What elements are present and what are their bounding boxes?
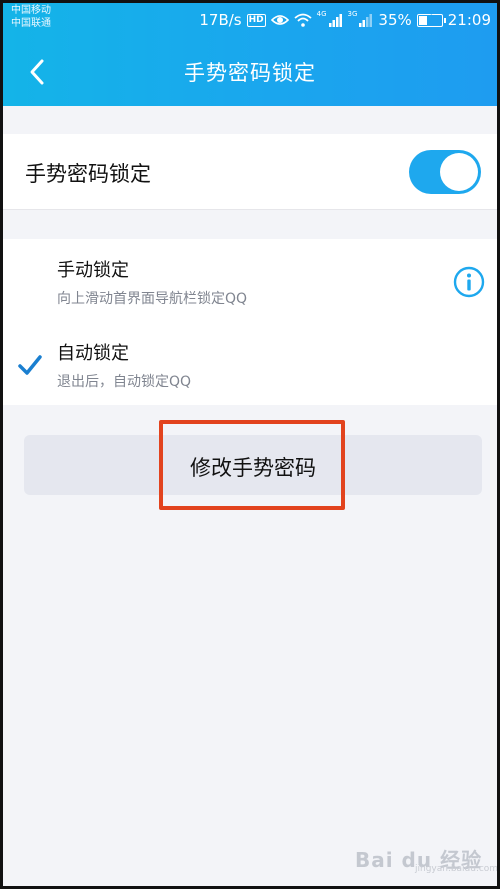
lock-mode-options: 手动锁定 向上滑动首界面导航栏锁定QQ 自动锁定 退出后，自动锁定QQ (3, 239, 497, 405)
battery-percent: 35% (378, 11, 412, 29)
carrier-1: 中国移动 (11, 5, 51, 16)
battery-icon: ⚡ (416, 12, 446, 27)
info-icon[interactable] (453, 266, 485, 298)
clock: 21:09 (447, 11, 491, 29)
hd-icon: HD (246, 13, 266, 27)
carrier-2: 中国联通 (11, 18, 51, 29)
toggle-knob (440, 153, 478, 191)
baidu-watermark: Bai du 经验 jingyan.baidu.com (355, 838, 497, 878)
net-speed: 17B/s (199, 11, 242, 29)
gesture-lock-label: 手势密码锁定 (25, 162, 151, 186)
status-icons: 17B/s HD 4G 3G 35% ⚡ 21:09 (199, 9, 491, 31)
charging-icon: ⚡ (426, 12, 434, 24)
signal-icon (328, 14, 342, 27)
network-type-3g: 3G (347, 10, 358, 18)
option-auto-lock[interactable]: 自动锁定 退出后，自动锁定QQ (3, 322, 497, 405)
status-bar: 中国移动 中国联通 17B/s HD 4G 3G 35% ⚡ 21:09 (3, 3, 497, 39)
option-manual-lock[interactable]: 手动锁定 向上滑动首界面导航栏锁定QQ (3, 239, 497, 322)
eye-icon (270, 15, 289, 25)
option-description: 退出后，自动锁定QQ (57, 374, 192, 390)
watermark-subtext: jingyan.baidu.com (415, 864, 499, 874)
gesture-lock-toggle[interactable] (409, 150, 481, 194)
signal-icon-2 (359, 14, 373, 27)
check-icon (18, 355, 42, 375)
highlight-annotation-box (159, 420, 345, 510)
wifi-icon (294, 13, 312, 27)
app-screen: 中国移动 中国联通 17B/s HD 4G 3G 35% ⚡ 21:09 手势密… (0, 0, 500, 889)
option-title: 自动锁定 (57, 343, 129, 364)
header: 中国移动 中国联通 17B/s HD 4G 3G 35% ⚡ 21:09 手势密… (3, 3, 497, 106)
option-description: 向上滑动首界面导航栏锁定QQ (57, 291, 248, 307)
network-type-4g: 4G (316, 10, 327, 18)
option-title: 手动锁定 (57, 260, 129, 281)
carrier-info: 中国移动 中国联通 (11, 4, 51, 30)
navbar: 手势密码锁定 (3, 39, 497, 105)
page-title: 手势密码锁定 (184, 61, 316, 85)
